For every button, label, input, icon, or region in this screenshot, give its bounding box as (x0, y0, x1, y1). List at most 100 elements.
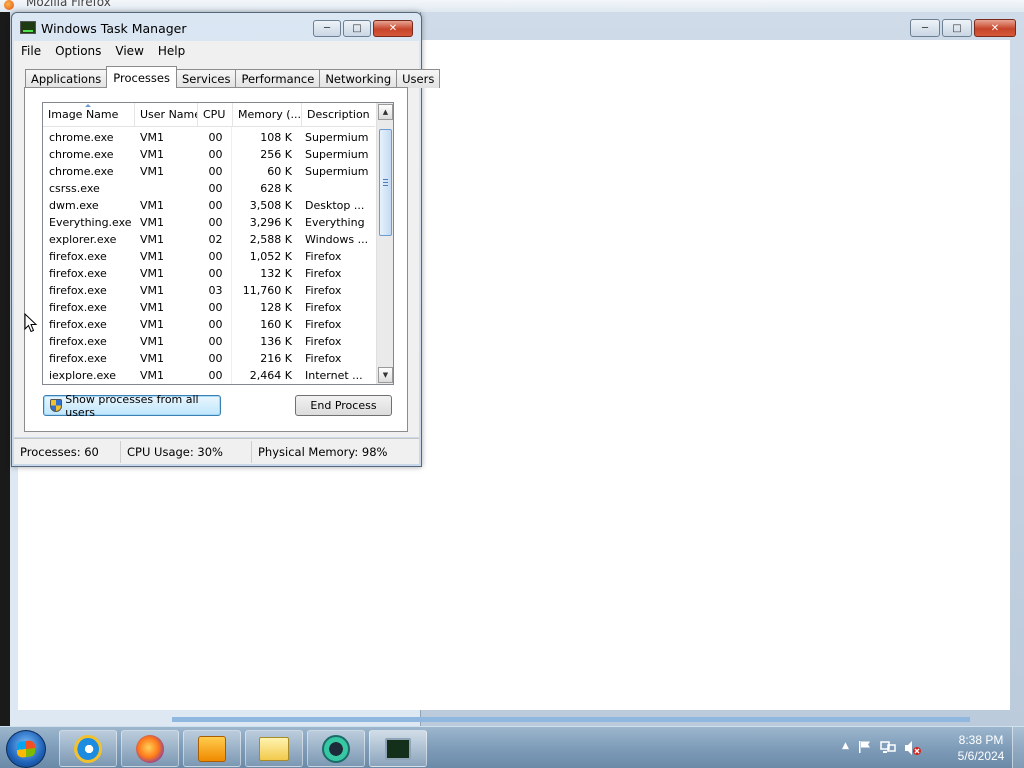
firefox-caption-buttons: ─ □ ✕ (908, 19, 1016, 37)
process-image-name: chrome.exe (49, 148, 114, 161)
process-cpu: 00 (208, 165, 223, 178)
table-row[interactable]: firefox.exe VM1 00 160 K Firefox (43, 316, 375, 333)
show-desktop-button[interactable] (1012, 727, 1024, 768)
show-all-users-button[interactable]: Show processes from all users (43, 392, 221, 419)
scroll-down-button[interactable]: ▼ (378, 367, 393, 383)
network-icon[interactable] (880, 740, 896, 754)
process-memory: 136 K (260, 335, 292, 348)
table-row[interactable]: firefox.exe VM1 00 216 K Firefox (43, 350, 375, 367)
tab-networking[interactable]: Networking (319, 69, 398, 88)
column-user-name[interactable]: User Name (135, 103, 198, 126)
taskbar-task-manager[interactable] (369, 730, 427, 767)
close-icon: ✕ (388, 23, 398, 34)
close-button[interactable]: ✕ (974, 19, 1016, 37)
process-description: Windows ... (305, 233, 369, 246)
process-cpu: 00 (208, 148, 223, 161)
window-edge (0, 12, 10, 726)
process-image-name: firefox.exe (49, 301, 107, 314)
process-cpu: 00 (208, 369, 223, 382)
vertical-scrollbar[interactable]: ▲ ▼ (376, 103, 393, 384)
arrow-up-icon: ▲ (382, 108, 389, 116)
process-description: Firefox (305, 284, 342, 297)
process-cpu: 00 (208, 335, 223, 348)
process-user-name: VM1 (140, 199, 165, 212)
tab-strip: Applications Processes Services Performa… (25, 66, 441, 88)
process-image-name: chrome.exe (49, 131, 114, 144)
task-manager-icon (385, 737, 411, 760)
menu-file[interactable]: File (14, 44, 48, 58)
minimize-button[interactable]: ─ (910, 19, 940, 37)
process-image-name: iexplore.exe (49, 369, 116, 382)
volume-muted-icon[interactable] (904, 740, 922, 756)
scroll-thumb[interactable] (379, 129, 392, 236)
system-tray: ▲ 8:38 PM 5/6/2024 (834, 727, 1024, 768)
column-memory[interactable]: Memory (... (233, 103, 302, 126)
tab-processes[interactable]: Processes (106, 66, 177, 88)
table-row[interactable]: chrome.exe VM1 00 60 K Supermium (43, 163, 375, 180)
firefox-horizontal-scrollbar[interactable] (172, 717, 970, 722)
firefox-icon (4, 0, 14, 10)
menu-view[interactable]: View (108, 44, 150, 58)
process-image-name: dwm.exe (49, 199, 99, 212)
table-row[interactable]: csrss.exe 00 628 K (43, 180, 375, 197)
table-row[interactable]: chrome.exe VM1 00 108 K Supermium (43, 129, 375, 146)
firefox-icon (136, 734, 164, 763)
tab-applications[interactable]: Applications (25, 69, 108, 88)
table-row[interactable]: firefox.exe VM1 00 1,052 K Firefox (43, 248, 375, 265)
process-description: Internet ... (305, 369, 363, 382)
process-description: Firefox (305, 318, 342, 331)
process-memory: 11,760 K (242, 284, 292, 297)
process-image-name: chrome.exe (49, 165, 114, 178)
process-rows: chrome.exe VM1 00 108 K Supermium chrome.exe V… (43, 129, 375, 384)
firefox-titlebar[interactable]: Mozilla Firefox (0, 0, 1024, 12)
column-description[interactable]: Description (302, 103, 375, 126)
start-button[interactable] (6, 730, 46, 768)
taskbar-internet-explorer[interactable] (59, 730, 117, 767)
table-row[interactable]: Everything.exe VM1 00 3,296 K Everything (43, 214, 375, 231)
tab-users[interactable]: Users (396, 69, 441, 88)
task-manager-window: Windows Task Manager ─ □ ✕ File Options … (11, 12, 441, 467)
tab-performance[interactable]: Performance (235, 69, 321, 88)
process-description: Supermium (305, 148, 369, 161)
maximize-button[interactable]: □ (942, 19, 972, 37)
menu-options[interactable]: Options (48, 44, 108, 58)
process-memory: 628 K (260, 182, 292, 195)
taskbar-media-player[interactable] (183, 730, 241, 767)
taskbar-windows-explorer[interactable] (245, 730, 303, 767)
end-process-button[interactable]: End Process (295, 395, 392, 416)
close-button[interactable]: ✕ (373, 20, 413, 37)
action-center-flag-icon[interactable] (858, 740, 872, 754)
maximize-button[interactable]: □ (343, 20, 371, 37)
scroll-up-button[interactable]: ▲ (378, 104, 393, 120)
tab-services[interactable]: Services (175, 69, 237, 88)
table-row[interactable]: firefox.exe VM1 00 128 K Firefox (43, 299, 375, 316)
process-description: Firefox (305, 335, 342, 348)
task-manager-titlebar[interactable]: Windows Task Manager ─ □ ✕ (12, 13, 421, 43)
menu-bar: File Options View Help (14, 41, 419, 61)
taskbar-firefox[interactable] (121, 730, 179, 767)
table-row[interactable]: explorer.exe VM1 02 2,588 K Windows ... (43, 231, 375, 248)
process-cpu: 00 (208, 267, 223, 280)
show-all-users-label: Show processes from all users (65, 392, 199, 419)
process-cpu: 00 (208, 199, 223, 212)
process-user-name: VM1 (140, 352, 165, 365)
processes-panel: Image Name User Name CPU Memory (... Des… (24, 87, 408, 432)
column-cpu[interactable]: CPU (198, 103, 233, 126)
show-hidden-icons-icon[interactable]: ▲ (842, 741, 849, 751)
table-row[interactable]: chrome.exe VM1 00 256 K Supermium (43, 146, 375, 163)
table-row[interactable]: firefox.exe VM1 00 136 K Firefox (43, 333, 375, 350)
process-user-name: VM1 (140, 216, 165, 229)
minimize-button[interactable]: ─ (313, 20, 341, 37)
clock[interactable]: 8:38 PM 5/6/2024 (946, 732, 1016, 764)
column-image-name[interactable]: Image Name (43, 103, 135, 126)
menu-help[interactable]: Help (151, 44, 192, 58)
process-user-name: VM1 (140, 301, 165, 314)
process-memory: 108 K (260, 131, 292, 144)
taskbar-app[interactable] (307, 730, 365, 767)
table-row[interactable]: dwm.exe VM1 00 3,508 K Desktop ... (43, 197, 375, 214)
table-row[interactable]: firefox.exe VM1 00 132 K Firefox (43, 265, 375, 282)
table-row[interactable]: firefox.exe VM1 03 11,760 K Firefox (43, 282, 375, 299)
table-row[interactable]: iexplore.exe VM1 00 2,464 K Internet ... (43, 367, 375, 384)
process-list[interactable]: Image Name User Name CPU Memory (... Des… (42, 102, 394, 385)
process-description: Firefox (305, 267, 342, 280)
